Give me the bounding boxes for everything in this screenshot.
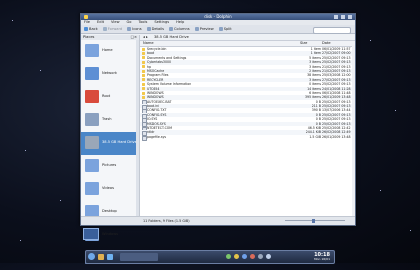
- list-icon: [146, 27, 151, 31]
- close-button[interactable]: [348, 15, 352, 19]
- file-name: pagefile.sys: [147, 134, 167, 139]
- place-item[interactable]: Root: [81, 86, 139, 109]
- place-item[interactable]: Trash: [81, 109, 139, 132]
- taskbar-window-button[interactable]: [120, 253, 158, 261]
- folder-icon: [142, 69, 145, 73]
- file-rows: $recycle.bin 1 item 06/01/2009 11:57 boot 1 …: [140, 47, 355, 141]
- columns-icon: [169, 27, 174, 31]
- place-item[interactable]: 38.5 GB Hard Drive: [81, 132, 139, 155]
- file-manager-window: disk - Dolphin File Edit View Go Tools S…: [80, 13, 356, 264]
- place-label: Network: [102, 71, 118, 75]
- place-label: Windows: [102, 232, 119, 236]
- main-toolbar: Back Forward Icons Details Columns Previ…: [81, 25, 355, 34]
- folder-icon: [142, 82, 145, 86]
- search-input[interactable]: [313, 26, 351, 34]
- clock-date: Mon 16/01: [314, 257, 330, 261]
- grid-icon: [127, 27, 132, 31]
- place-label: Home: [102, 48, 113, 52]
- column-size[interactable]: Size: [300, 41, 307, 46]
- file-date: 26/01/2009 13:48: [322, 134, 351, 139]
- folder-icon: [142, 47, 145, 51]
- place-item[interactable]: Home: [81, 40, 139, 63]
- split-icon: [218, 27, 223, 31]
- place-icon: [85, 44, 99, 57]
- kmenu-icon[interactable]: [88, 253, 95, 260]
- place-label: Root: [102, 94, 111, 98]
- breadcrumb-nav[interactable]: ◂ ▸: [143, 35, 148, 40]
- place-label: Desktop: [102, 209, 117, 213]
- desktop-icon[interactable]: [83, 228, 99, 240]
- launcher-icon[interactable]: [98, 254, 104, 260]
- details-view-button[interactable]: Details: [146, 27, 164, 31]
- folder-icon: [142, 91, 145, 95]
- zoom-slider-handle[interactable]: [312, 218, 315, 223]
- back-button[interactable]: Back: [84, 27, 98, 31]
- arrow-left-icon: [84, 27, 88, 31]
- quick-launch: [98, 254, 113, 260]
- folder-icon: [142, 78, 145, 82]
- clock[interactable]: 10:18 Mon 16/01: [314, 252, 330, 261]
- place-icon: [85, 113, 99, 126]
- folder-icon: [142, 95, 145, 99]
- file-size: 1.5 GiB: [309, 134, 321, 139]
- place-label: Trash: [102, 117, 112, 121]
- window-titlebar[interactable]: disk - Dolphin: [81, 14, 355, 20]
- forward-button[interactable]: Forward: [102, 27, 122, 31]
- icons-view-button[interactable]: Icons: [127, 27, 142, 31]
- place-label: Videos: [102, 186, 114, 190]
- minimize-button[interactable]: [334, 15, 338, 19]
- place-icon: [85, 90, 99, 103]
- column-date[interactable]: Date: [322, 41, 331, 46]
- folder-icon: [142, 87, 145, 91]
- tray-icon[interactable]: [226, 254, 231, 259]
- place-icon: [85, 182, 99, 195]
- folder-icon: [142, 52, 145, 56]
- place-item[interactable]: Network: [81, 63, 139, 86]
- tray-icon[interactable]: [234, 254, 239, 259]
- tray-icon[interactable]: [250, 254, 255, 259]
- place-icon: [85, 67, 99, 80]
- place-label: Pictures: [102, 163, 117, 167]
- place-icon: [85, 136, 99, 149]
- places-scrollbar[interactable]: [136, 40, 139, 217]
- tray-icon[interactable]: [258, 254, 263, 259]
- breadcrumb[interactable]: 38.5 GB Hard Drive: [154, 35, 189, 40]
- table-row[interactable]: pagefile.sys 1.5 GiB 26/01/2009 13:48: [140, 134, 355, 141]
- taskbar: 10:18 Mon 16/01: [85, 250, 335, 264]
- columns-view-button[interactable]: Columns: [169, 27, 190, 31]
- arrow-right-icon: [102, 27, 107, 31]
- launcher-icon[interactable]: [107, 254, 113, 260]
- place-icon: [85, 159, 99, 172]
- status-text: 11 Folders, 9 Files (1.5 GiB): [143, 219, 190, 223]
- column-name[interactable]: Name: [143, 41, 154, 46]
- tray-icon[interactable]: [266, 254, 271, 259]
- maximize-button[interactable]: [341, 15, 345, 19]
- file-scrollbar[interactable]: [352, 45, 355, 217]
- places-panel: Places □× Home Network Root Trash 38.5 GB Ha…: [81, 35, 140, 264]
- zoom-slider[interactable]: [285, 220, 345, 221]
- preview-icon: [194, 27, 199, 31]
- folder-icon: [142, 65, 145, 69]
- folder-icon: [142, 74, 145, 78]
- place-item[interactable]: Pictures: [81, 155, 139, 178]
- file-list-view: ◂ ▸ 38.5 GB Hard Drive Name Size Date $r…: [140, 35, 355, 217]
- folder-icon: [142, 60, 145, 64]
- split-button[interactable]: Split: [218, 27, 232, 31]
- tray-icon[interactable]: [242, 254, 247, 259]
- place-item[interactable]: Videos: [81, 178, 139, 201]
- folder-icon: [142, 56, 145, 60]
- window-title: disk - Dolphin: [204, 14, 232, 19]
- status-bar: 11 Folders, 9 Files (1.5 GiB): [81, 216, 355, 225]
- preview-button[interactable]: Preview: [194, 27, 214, 31]
- system-tray: [226, 254, 271, 259]
- place-label: 38.5 GB Hard Drive: [102, 140, 137, 144]
